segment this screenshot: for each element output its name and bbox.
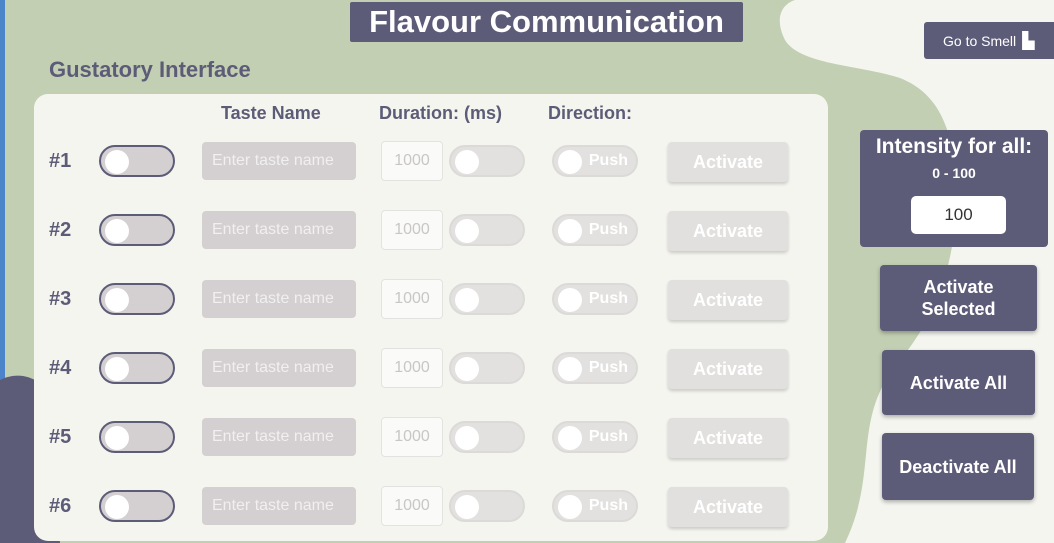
intensity-input[interactable] (911, 196, 1006, 234)
direction-label: Push (588, 221, 628, 238)
activate-button[interactable]: Activate (668, 487, 788, 527)
activate-button[interactable]: Activate (668, 280, 788, 320)
direction-label: Push (588, 359, 628, 376)
activate-button[interactable]: Activate (668, 349, 788, 389)
duration-input[interactable] (381, 141, 443, 181)
taste-name-input[interactable] (202, 418, 356, 456)
direction-toggle[interactable]: Push (552, 421, 638, 453)
row-select-toggle[interactable] (99, 214, 175, 246)
go-to-smell-button[interactable]: Go to Smell ▙ (924, 22, 1054, 59)
row-select-toggle[interactable] (99, 352, 175, 384)
direction-label: Push (588, 497, 628, 514)
activate-button[interactable]: Activate (668, 211, 788, 251)
direction-label: Push (588, 428, 628, 445)
taste-name-input[interactable] (202, 211, 356, 249)
row-select-toggle[interactable] (99, 421, 175, 453)
deactivate-all-button[interactable]: Deactivate All (882, 433, 1034, 500)
row-label: #1 (49, 150, 72, 172)
activate-selected-label-line2: Selected (921, 299, 996, 319)
taste-name-input[interactable] (202, 280, 356, 318)
duration-input[interactable] (381, 210, 443, 250)
direction-toggle[interactable]: Push (552, 490, 638, 522)
duration-input[interactable] (381, 417, 443, 457)
row-label: #4 (49, 357, 72, 379)
duration-toggle[interactable] (449, 490, 525, 522)
row-select-toggle[interactable] (99, 145, 175, 177)
column-header-direction: Direction: (548, 103, 633, 123)
direction-label: Push (588, 290, 628, 307)
taste-name-input[interactable] (202, 349, 356, 387)
taste-name-input[interactable] (202, 142, 356, 180)
row-select-toggle[interactable] (99, 283, 175, 315)
direction-toggle[interactable]: Push (552, 352, 638, 384)
go-to-smell-label: Go to Smell (943, 32, 1017, 49)
activate-selected-label-line1: Activate (923, 277, 994, 297)
duration-toggle[interactable] (449, 145, 525, 177)
page-title: Flavour Communication (350, 2, 743, 42)
direction-label: Push (588, 152, 628, 169)
row-label: #2 (49, 219, 72, 241)
duration-toggle[interactable] (449, 421, 525, 453)
duration-input[interactable] (381, 486, 443, 526)
duration-toggle[interactable] (449, 283, 525, 315)
door-icon: ▙ (1022, 32, 1035, 50)
duration-toggle[interactable] (449, 214, 525, 246)
taste-name-input[interactable] (202, 487, 356, 525)
activate-selected-button[interactable]: Activate Selected (880, 265, 1037, 331)
row-label: #3 (49, 288, 72, 310)
row-label: #6 (49, 495, 72, 517)
row-label: #5 (49, 426, 72, 448)
duration-input[interactable] (381, 279, 443, 319)
activate-all-button[interactable]: Activate All (882, 350, 1035, 415)
duration-input[interactable] (381, 348, 443, 388)
direction-toggle[interactable]: Push (552, 214, 638, 246)
activate-button[interactable]: Activate (668, 418, 788, 458)
activate-button[interactable]: Activate (668, 142, 788, 182)
direction-toggle[interactable]: Push (552, 145, 638, 177)
intensity-range: 0 - 100 (932, 165, 976, 181)
intensity-panel: Intensity for all: 0 - 100 (860, 130, 1048, 247)
intensity-title: Intensity for all: (875, 135, 1033, 158)
direction-toggle[interactable]: Push (552, 283, 638, 315)
duration-toggle[interactable] (449, 352, 525, 384)
section-title: Gustatory Interface (49, 57, 251, 82)
column-header-taste-name: Taste Name (221, 103, 321, 123)
column-header-duration: Duration: (ms) (379, 103, 502, 123)
row-select-toggle[interactable] (99, 490, 175, 522)
